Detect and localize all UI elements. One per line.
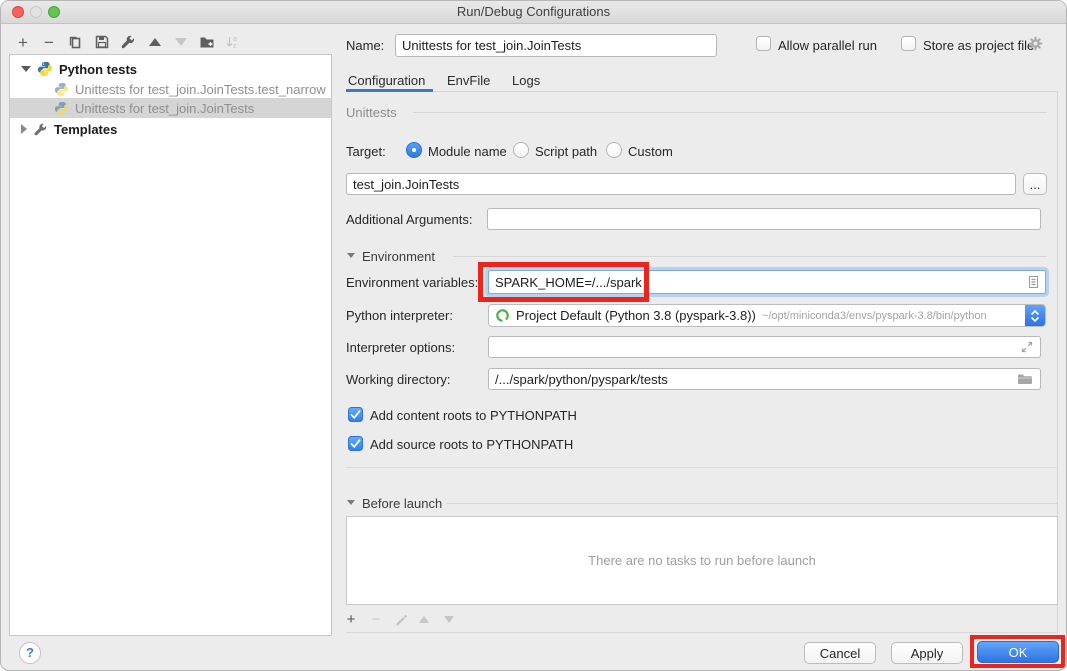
allow-parallel-run-checkbox[interactable] <box>756 36 771 51</box>
python-icon <box>37 61 53 77</box>
working-directory-label: Working directory: <box>346 372 451 387</box>
environment-group-label: Environment <box>362 249 435 264</box>
config-panel-bottom-line <box>346 467 1058 468</box>
python-icon <box>54 101 69 116</box>
sort-alphabetically-icon: az <box>223 32 243 52</box>
python-interpreter-label: Python interpreter: <box>346 308 453 323</box>
tree-item-label: Templates <box>54 122 117 137</box>
move-up-icon[interactable] <box>145 32 165 52</box>
target-script-path-label: Script path <box>535 144 597 159</box>
allow-parallel-run-label: Allow parallel run <box>778 38 877 53</box>
add-content-roots-checkbox[interactable] <box>348 407 363 422</box>
python-interpreter-combobox[interactable]: Project Default (Python 3.8 (pyspark-3.8… <box>488 304 1046 327</box>
tree-item-label: Unittests for test_join.JoinTests.test_n… <box>75 82 326 97</box>
tree-item-label: Unittests for test_join.JoinTests <box>75 101 254 116</box>
selected-tab-underline <box>346 89 433 92</box>
svg-text:z: z <box>233 43 237 50</box>
tab-configuration[interactable]: Configuration <box>348 73 425 88</box>
before-launch-edit-pencil-icon <box>390 609 410 629</box>
apply-button[interactable]: Apply <box>891 642 963 664</box>
tab-logs[interactable]: Logs <box>512 73 540 88</box>
run-debug-configurations-dialog: Run/Debug Configurations + − az Python t… <box>0 0 1067 671</box>
save-icon[interactable] <box>92 32 112 52</box>
before-launch-group-line <box>447 503 1058 504</box>
tabs-divider <box>346 91 1058 92</box>
edit-environment-variables-icon[interactable] <box>1025 274 1041 290</box>
help-button[interactable]: ? <box>19 642 41 664</box>
additional-arguments-label: Additional Arguments: <box>346 212 472 227</box>
unittests-group-label: Unittests <box>346 105 397 120</box>
expander-down-icon[interactable] <box>21 66 31 72</box>
working-directory-input[interactable] <box>488 368 1041 390</box>
add-source-roots-label: Add source roots to PYTHONPATH <box>370 437 573 452</box>
tree-item-python-tests[interactable]: Python tests <box>10 59 331 79</box>
add-source-roots-checkbox[interactable] <box>348 436 363 451</box>
interpreter-options-label: Interpreter options: <box>346 340 455 355</box>
copy-icon[interactable] <box>65 32 85 52</box>
before-launch-add-icon[interactable]: + <box>341 609 361 629</box>
before-launch-task-list: There are no tasks to run before launch <box>346 516 1058 605</box>
gear-icon[interactable] <box>1027 35 1044 52</box>
unittests-group-line <box>413 112 1047 113</box>
remove-icon[interactable]: − <box>39 32 59 52</box>
target-module-name-radio[interactable] <box>406 142 422 158</box>
target-custom-radio[interactable] <box>606 142 622 158</box>
python-interpreter-path: ~/opt/miniconda3/envs/pyspark-3.8/bin/py… <box>762 310 1025 322</box>
move-down-icon <box>171 32 191 52</box>
before-launch-move-up-icon <box>414 609 434 629</box>
tree-item-label: Python tests <box>59 62 137 77</box>
browse-target-button[interactable]: ... <box>1023 173 1047 195</box>
python-interpreter-value: Project Default (Python 3.8 (pyspark-3.8… <box>516 308 756 323</box>
before-launch-bottom-line <box>346 632 1058 633</box>
additional-arguments-input[interactable] <box>487 208 1041 230</box>
interpreter-options-input[interactable] <box>488 336 1041 358</box>
add-content-roots-label: Add content roots to PYTHONPATH <box>370 408 577 423</box>
name-input[interactable] <box>395 34 717 57</box>
tree-item-unittests-jointests[interactable]: Unittests for test_join.JoinTests <box>10 98 331 118</box>
store-as-project-file-checkbox[interactable] <box>901 36 916 51</box>
tree-item-unittests-test-narrow[interactable]: Unittests for test_join.JoinTests.test_n… <box>10 79 331 99</box>
before-launch-collapse-icon[interactable] <box>347 500 355 505</box>
environment-variables-label: Environment variables: <box>346 275 478 290</box>
expander-right-icon[interactable] <box>21 124 27 134</box>
svg-text:a: a <box>233 36 237 43</box>
environment-group-line <box>453 256 1047 257</box>
tab-envfile[interactable]: EnvFile <box>447 73 490 88</box>
combo-arrows-icon[interactable] <box>1025 305 1045 326</box>
python-icon <box>54 82 69 97</box>
before-launch-remove-icon: − <box>366 609 386 629</box>
conda-env-icon <box>495 308 510 323</box>
environment-variables-input[interactable] <box>488 270 1046 294</box>
store-as-project-file-label: Store as project file <box>923 38 1034 53</box>
title-bar: Run/Debug Configurations <box>1 1 1066 24</box>
before-launch-empty-text: There are no tasks to run before launch <box>588 553 816 568</box>
target-module-name-label: Module name <box>428 144 507 159</box>
before-launch-move-down-icon <box>439 609 459 629</box>
new-folder-icon[interactable] <box>197 32 217 52</box>
expand-field-icon[interactable] <box>1020 340 1034 354</box>
cancel-button[interactable]: Cancel <box>804 642 876 664</box>
browse-folder-icon[interactable] <box>1017 372 1033 386</box>
target-label: Target: <box>346 144 386 159</box>
before-launch-group-label: Before launch <box>362 496 442 511</box>
edit-templates-wrench-icon[interactable] <box>118 32 138 52</box>
window-title: Run/Debug Configurations <box>1 4 1066 19</box>
run-configurations-tree: Python tests Unittests for test_join.Joi… <box>9 54 332 636</box>
target-value-input[interactable] <box>346 173 1016 195</box>
target-custom-label: Custom <box>628 144 673 159</box>
add-icon[interactable]: + <box>13 32 33 52</box>
tree-item-templates[interactable]: Templates <box>10 119 331 139</box>
name-label: Name: <box>346 38 384 53</box>
target-script-path-radio[interactable] <box>513 142 529 158</box>
environment-collapse-icon[interactable] <box>347 253 355 258</box>
ok-button[interactable]: OK <box>977 641 1059 663</box>
wrench-icon <box>33 122 48 137</box>
